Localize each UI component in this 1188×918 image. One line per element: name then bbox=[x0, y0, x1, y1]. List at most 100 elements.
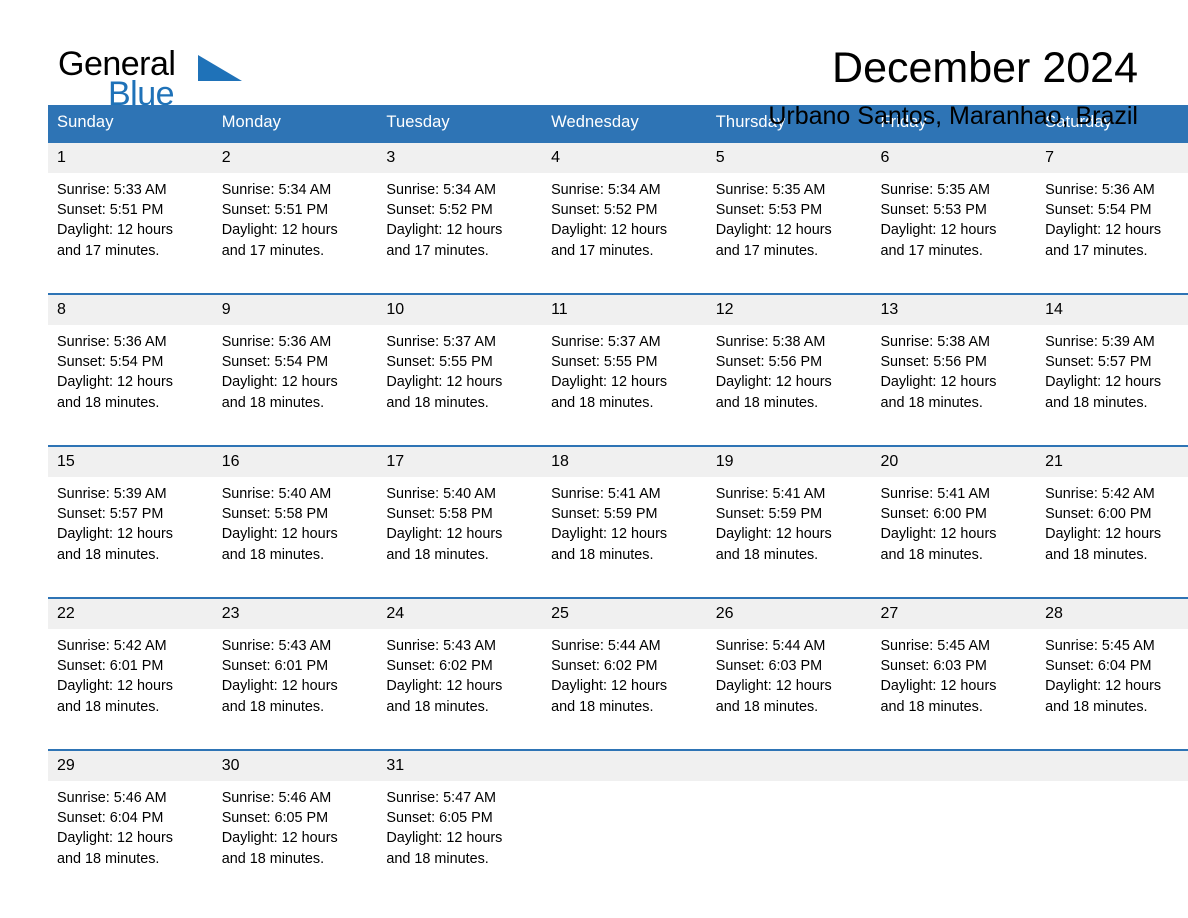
day-details bbox=[1036, 781, 1188, 901]
day-cell[interactable]: 19 Sunrise: 5:41 AM Sunset: 5:59 PM Dayl… bbox=[706, 445, 872, 598]
sunrise-text: Sunrise: 5:38 AM bbox=[715, 334, 826, 350]
daylight-text-line2: and 18 minutes. bbox=[715, 394, 819, 411]
day-cell[interactable]: 2 Sunrise: 5:34 AM Sunset: 5:51 PM Dayli… bbox=[212, 141, 378, 294]
day-number bbox=[542, 751, 707, 781]
sunrise-text: Sunrise: 5:38 AM bbox=[880, 334, 991, 350]
day-cell[interactable]: 31 Sunrise: 5:47 AM Sunset: 6:05 PM Dayl… bbox=[377, 749, 543, 901]
day-cell[interactable]: 20 Sunrise: 5:41 AM Sunset: 6:00 PM Dayl… bbox=[871, 445, 1037, 598]
day-cell[interactable]: 5 Sunrise: 5:35 AM Sunset: 5:53 PM Dayli… bbox=[706, 141, 872, 294]
daylight-text-line1: Daylight: 12 hours bbox=[221, 830, 338, 847]
day-number: 16 bbox=[212, 447, 378, 477]
daylight-text-line2: and 18 minutes. bbox=[221, 394, 325, 411]
day-details: Sunrise: 5:34 AM Sunset: 5:52 PM Dayligh… bbox=[377, 173, 542, 293]
day-number: 25 bbox=[542, 599, 707, 629]
day-number: 24 bbox=[377, 599, 543, 629]
day-details: Sunrise: 5:35 AM Sunset: 5:53 PM Dayligh… bbox=[871, 173, 1036, 293]
page-subtitle: Urbano Santos, Maranhao, Brazil bbox=[768, 102, 1138, 130]
sunset-text: Sunset: 5:59 PM bbox=[715, 506, 823, 523]
day-details: Sunrise: 5:41 AM Sunset: 5:59 PM Dayligh… bbox=[542, 477, 707, 597]
daylight-text-line1: Daylight: 12 hours bbox=[1045, 526, 1162, 543]
sunset-text: Sunset: 5:55 PM bbox=[386, 354, 493, 371]
day-cell[interactable]: 9 Sunrise: 5:36 AM Sunset: 5:54 PM Dayli… bbox=[212, 293, 378, 446]
day-cell[interactable]: 6 Sunrise: 5:35 AM Sunset: 5:53 PM Dayli… bbox=[871, 141, 1037, 294]
day-number: 26 bbox=[706, 599, 872, 629]
daylight-text-line1: Daylight: 12 hours bbox=[880, 526, 997, 543]
daylight-text-line2: and 18 minutes. bbox=[57, 394, 160, 411]
day-cell[interactable]: 22 Sunrise: 5:42 AM Sunset: 6:01 PM Dayl… bbox=[48, 597, 213, 750]
calendar-grid: Sunday Monday Tuesday Wednesday Thursday… bbox=[48, 105, 1188, 901]
day-details: Sunrise: 5:46 AM Sunset: 6:05 PM Dayligh… bbox=[213, 781, 378, 901]
daylight-text-line1: Daylight: 12 hours bbox=[551, 374, 668, 391]
day-cell[interactable]: 27 Sunrise: 5:45 AM Sunset: 6:03 PM Dayl… bbox=[871, 597, 1037, 750]
sunrise-text: Sunrise: 5:44 AM bbox=[551, 638, 661, 654]
daylight-text-line2: and 17 minutes. bbox=[880, 242, 983, 259]
sunrise-text: Sunrise: 5:41 AM bbox=[551, 486, 661, 502]
day-cell[interactable]: 8 Sunrise: 5:36 AM Sunset: 5:54 PM Dayli… bbox=[48, 293, 213, 446]
sunrise-text: Sunrise: 5:39 AM bbox=[57, 486, 167, 502]
day-cell[interactable]: 10 Sunrise: 5:37 AM Sunset: 5:55 PM Dayl… bbox=[377, 293, 543, 446]
day-cell[interactable]: 24 Sunrise: 5:43 AM Sunset: 6:02 PM Dayl… bbox=[377, 597, 543, 750]
day-cell-empty bbox=[542, 749, 707, 901]
day-cell[interactable]: 14 Sunrise: 5:39 AM Sunset: 5:57 PM Dayl… bbox=[1036, 293, 1188, 446]
sunrise-text: Sunrise: 5:37 AM bbox=[386, 334, 496, 350]
sunset-text: Sunset: 5:55 PM bbox=[551, 354, 658, 371]
day-cell[interactable]: 18 Sunrise: 5:41 AM Sunset: 5:59 PM Dayl… bbox=[542, 445, 707, 598]
sunrise-text: Sunrise: 5:36 AM bbox=[57, 334, 167, 350]
day-details: Sunrise: 5:37 AM Sunset: 5:55 PM Dayligh… bbox=[542, 325, 707, 445]
daylight-text-line2: and 17 minutes. bbox=[551, 242, 654, 259]
day-cell[interactable]: 13 Sunrise: 5:38 AM Sunset: 5:56 PM Dayl… bbox=[871, 293, 1037, 446]
day-cell[interactable]: 26 Sunrise: 5:44 AM Sunset: 6:03 PM Dayl… bbox=[706, 597, 872, 750]
daylight-text-line2: and 18 minutes. bbox=[1045, 546, 1148, 563]
daylight-text-line1: Daylight: 12 hours bbox=[1045, 374, 1162, 391]
daylight-text-line2: and 18 minutes. bbox=[57, 698, 160, 715]
day-cell[interactable]: 11 Sunrise: 5:37 AM Sunset: 5:55 PM Dayl… bbox=[542, 293, 707, 446]
day-cell[interactable]: 4 Sunrise: 5:34 AM Sunset: 5:52 PM Dayli… bbox=[542, 141, 707, 294]
daylight-text-line2: and 17 minutes. bbox=[221, 242, 325, 259]
daylight-text-line1: Daylight: 12 hours bbox=[386, 526, 503, 543]
sunset-text: Sunset: 6:05 PM bbox=[386, 810, 493, 827]
day-cell[interactable]: 17 Sunrise: 5:40 AM Sunset: 5:58 PM Dayl… bbox=[377, 445, 543, 598]
day-cell[interactable]: 7 Sunrise: 5:36 AM Sunset: 5:54 PM Dayli… bbox=[1036, 141, 1188, 294]
daylight-text-line1: Daylight: 12 hours bbox=[551, 526, 668, 543]
sunset-text: Sunset: 6:00 PM bbox=[880, 506, 987, 523]
day-details bbox=[707, 781, 872, 901]
daylight-text-line2: and 17 minutes. bbox=[57, 242, 160, 259]
day-cell[interactable]: 15 Sunrise: 5:39 AM Sunset: 5:57 PM Dayl… bbox=[48, 445, 213, 598]
title-block: December 2024 Urbano Santos, Maranhao, B… bbox=[768, 0, 1138, 132]
day-cell[interactable]: 21 Sunrise: 5:42 AM Sunset: 6:00 PM Dayl… bbox=[1036, 445, 1188, 598]
day-cell[interactable]: 1 Sunrise: 5:33 AM Sunset: 5:51 PM Dayli… bbox=[48, 141, 213, 294]
sunset-text: Sunset: 5:53 PM bbox=[880, 202, 987, 219]
sunset-text: Sunset: 5:54 PM bbox=[57, 354, 164, 371]
day-cell[interactable]: 29 Sunrise: 5:46 AM Sunset: 6:04 PM Dayl… bbox=[48, 749, 213, 901]
sunset-text: Sunset: 6:00 PM bbox=[1045, 506, 1152, 523]
day-cell[interactable]: 23 Sunrise: 5:43 AM Sunset: 6:01 PM Dayl… bbox=[212, 597, 378, 750]
daylight-text-line1: Daylight: 12 hours bbox=[386, 374, 503, 391]
sunrise-text: Sunrise: 5:37 AM bbox=[551, 334, 661, 350]
day-cell-empty bbox=[871, 749, 1037, 901]
daylight-text-line2: and 18 minutes. bbox=[386, 394, 489, 411]
daylight-text-line2: and 18 minutes. bbox=[880, 394, 983, 411]
sunset-text: Sunset: 6:04 PM bbox=[1045, 658, 1152, 675]
day-cell[interactable]: 28 Sunrise: 5:45 AM Sunset: 6:04 PM Dayl… bbox=[1036, 597, 1188, 750]
daylight-text-line1: Daylight: 12 hours bbox=[1045, 678, 1162, 695]
day-number: 10 bbox=[377, 295, 543, 325]
day-cell[interactable]: 25 Sunrise: 5:44 AM Sunset: 6:02 PM Dayl… bbox=[542, 597, 707, 750]
day-cell[interactable]: 30 Sunrise: 5:46 AM Sunset: 6:05 PM Dayl… bbox=[212, 749, 378, 901]
day-number: 7 bbox=[1036, 143, 1188, 173]
sunset-text: Sunset: 5:51 PM bbox=[57, 202, 164, 219]
calendar-week-row: 1 Sunrise: 5:33 AM Sunset: 5:51 PM Dayli… bbox=[48, 141, 1188, 294]
daylight-text-line1: Daylight: 12 hours bbox=[551, 222, 668, 239]
sunset-text: Sunset: 5:56 PM bbox=[715, 354, 823, 371]
day-cell[interactable]: 3 Sunrise: 5:34 AM Sunset: 5:52 PM Dayli… bbox=[377, 141, 543, 294]
daylight-text-line2: and 18 minutes. bbox=[1045, 394, 1148, 411]
sunrise-text: Sunrise: 5:34 AM bbox=[386, 182, 496, 198]
day-details: Sunrise: 5:41 AM Sunset: 6:00 PM Dayligh… bbox=[871, 477, 1036, 597]
daylight-text-line2: and 18 minutes. bbox=[880, 546, 983, 563]
day-details: Sunrise: 5:36 AM Sunset: 5:54 PM Dayligh… bbox=[1036, 173, 1188, 293]
day-cell[interactable]: 16 Sunrise: 5:40 AM Sunset: 5:58 PM Dayl… bbox=[212, 445, 378, 598]
day-cell[interactable]: 12 Sunrise: 5:38 AM Sunset: 5:56 PM Dayl… bbox=[706, 293, 872, 446]
calendar-week-row: 15 Sunrise: 5:39 AM Sunset: 5:57 PM Dayl… bbox=[48, 445, 1188, 598]
calendar-week-row: 22 Sunrise: 5:42 AM Sunset: 6:01 PM Dayl… bbox=[48, 597, 1188, 750]
daylight-text-line1: Daylight: 12 hours bbox=[57, 526, 173, 543]
sunrise-text: Sunrise: 5:39 AM bbox=[1045, 334, 1155, 350]
